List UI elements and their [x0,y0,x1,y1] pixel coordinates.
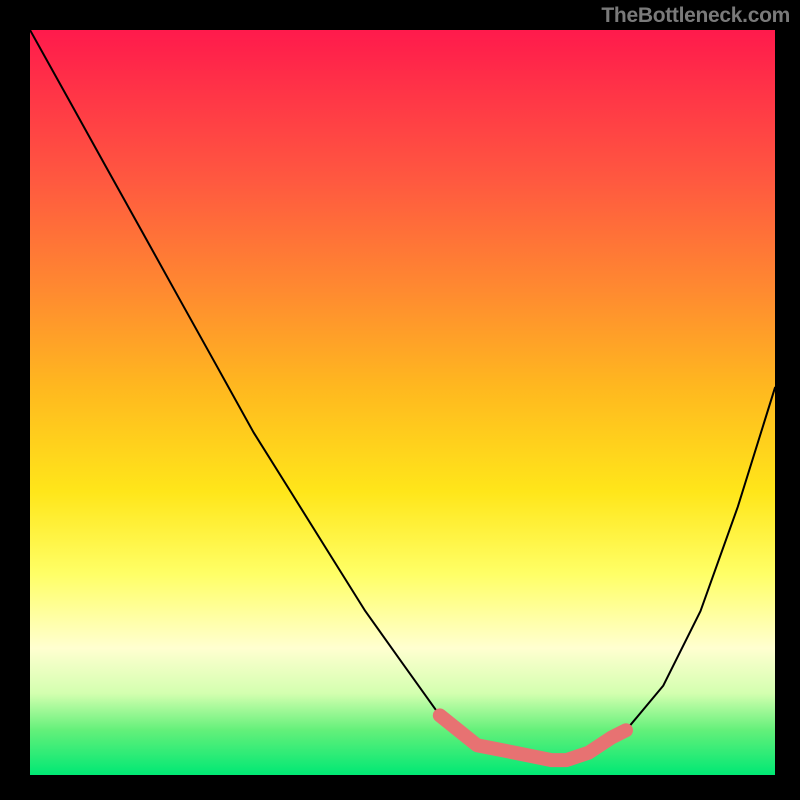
main-curve [30,30,775,760]
chart-frame: TheBottleneck.com [0,0,800,800]
valley-highlight [440,715,626,760]
plot-area [30,30,775,775]
watermark-text: TheBottleneck.com [601,4,790,28]
curve-layer [30,30,775,775]
